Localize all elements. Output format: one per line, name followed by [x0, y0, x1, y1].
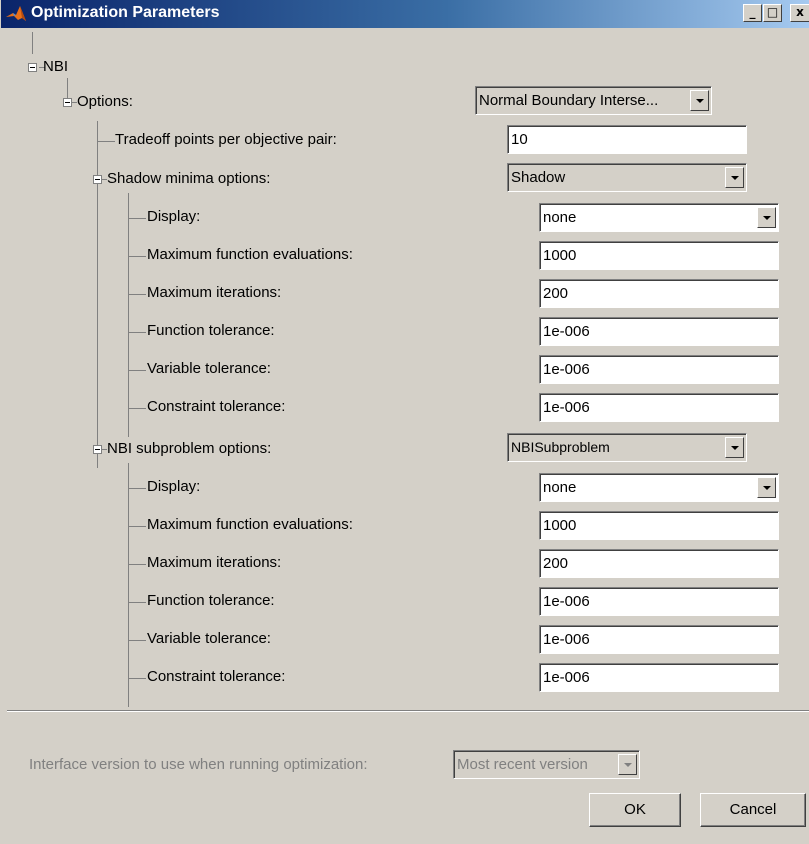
chevron-down-icon[interactable] — [757, 207, 776, 228]
nbi-max-iter-label: Maximum iterations: — [147, 554, 282, 571]
shadow-max-iter-label: Maximum iterations: — [147, 284, 282, 301]
minimize-button[interactable]: _ — [743, 4, 762, 22]
nbi-var-tol-label: Variable tolerance: — [147, 630, 271, 647]
shadow-options-label: Shadow minima options: — [107, 170, 271, 187]
nbi-max-fun-evals-field[interactable]: 1000 — [539, 511, 779, 540]
options-label: Options: — [77, 93, 133, 110]
parameter-tree: NBI Options: Normal Boundary Interse... … — [1, 28, 809, 710]
title-bar[interactable]: Optimization Parameters _ □ x — [1, 0, 809, 28]
collapse-nbi-icon[interactable] — [28, 63, 37, 72]
chevron-down-icon — [618, 754, 637, 775]
nbi-var-tol-field[interactable]: 1e-006 — [539, 625, 779, 654]
chevron-down-icon[interactable] — [757, 477, 776, 498]
chevron-down-icon[interactable] — [725, 437, 744, 458]
nbi-display-select[interactable]: none — [539, 473, 779, 502]
shadow-display-select[interactable]: none — [539, 203, 779, 232]
ok-button[interactable]: OK — [589, 793, 681, 827]
nbi-fun-tol-label: Function tolerance: — [147, 592, 275, 609]
chevron-down-icon[interactable] — [725, 167, 744, 188]
matlab-logo-icon — [6, 6, 26, 21]
collapse-options-icon[interactable] — [63, 98, 72, 107]
shadow-display-label: Display: — [147, 208, 201, 225]
cancel-button[interactable]: Cancel — [700, 793, 806, 827]
shadow-con-tol-field[interactable]: 1e-006 — [539, 393, 779, 422]
tradeoff-label: Tradeoff points per objective pair: — [115, 131, 337, 148]
nbi-con-tol-field[interactable]: 1e-006 — [539, 663, 779, 692]
nbi-con-tol-label: Constraint tolerance: — [147, 668, 286, 685]
collapse-shadow-icon[interactable] — [93, 175, 102, 184]
collapse-nbi-sub-icon[interactable] — [93, 445, 102, 454]
shadow-fun-tol-label: Function tolerance: — [147, 322, 275, 339]
shadow-options-select[interactable]: Shadow — [507, 163, 747, 192]
shadow-con-tol-label: Constraint tolerance: — [147, 398, 286, 415]
shadow-max-fun-evals-label: Maximum function evaluations: — [147, 246, 353, 263]
optimization-parameters-window: Optimization Parameters _ □ x NBI Option… — [0, 0, 809, 844]
nbi-sub-options-select[interactable]: NBISubproblem — [507, 433, 747, 462]
shadow-fun-tol-field[interactable]: 1e-006 — [539, 317, 779, 346]
shadow-var-tol-field[interactable]: 1e-006 — [539, 355, 779, 384]
interface-version-label: Interface version to use when running op… — [29, 756, 368, 773]
tree-root-nbi[interactable]: NBI — [43, 58, 68, 75]
shadow-max-fun-evals-field[interactable]: 1000 — [539, 241, 779, 270]
close-button[interactable]: x — [790, 4, 809, 22]
nbi-fun-tol-field[interactable]: 1e-006 — [539, 587, 779, 616]
interface-version-select: Most recent version — [453, 750, 640, 779]
shadow-max-iter-field[interactable]: 200 — [539, 279, 779, 308]
tradeoff-field[interactable]: 10 — [507, 125, 747, 154]
nbi-display-label: Display: — [147, 478, 201, 495]
maximize-button[interactable]: □ — [763, 4, 782, 22]
window-title: Optimization Parameters — [31, 4, 220, 21]
options-select[interactable]: Normal Boundary Interse... — [475, 86, 712, 115]
chevron-down-icon[interactable] — [690, 90, 709, 111]
shadow-var-tol-label: Variable tolerance: — [147, 360, 271, 377]
nbi-sub-options-label: NBI subproblem options: — [107, 440, 272, 457]
nbi-max-iter-field[interactable]: 200 — [539, 549, 779, 578]
nbi-max-fun-evals-label: Maximum function evaluations: — [147, 516, 353, 533]
